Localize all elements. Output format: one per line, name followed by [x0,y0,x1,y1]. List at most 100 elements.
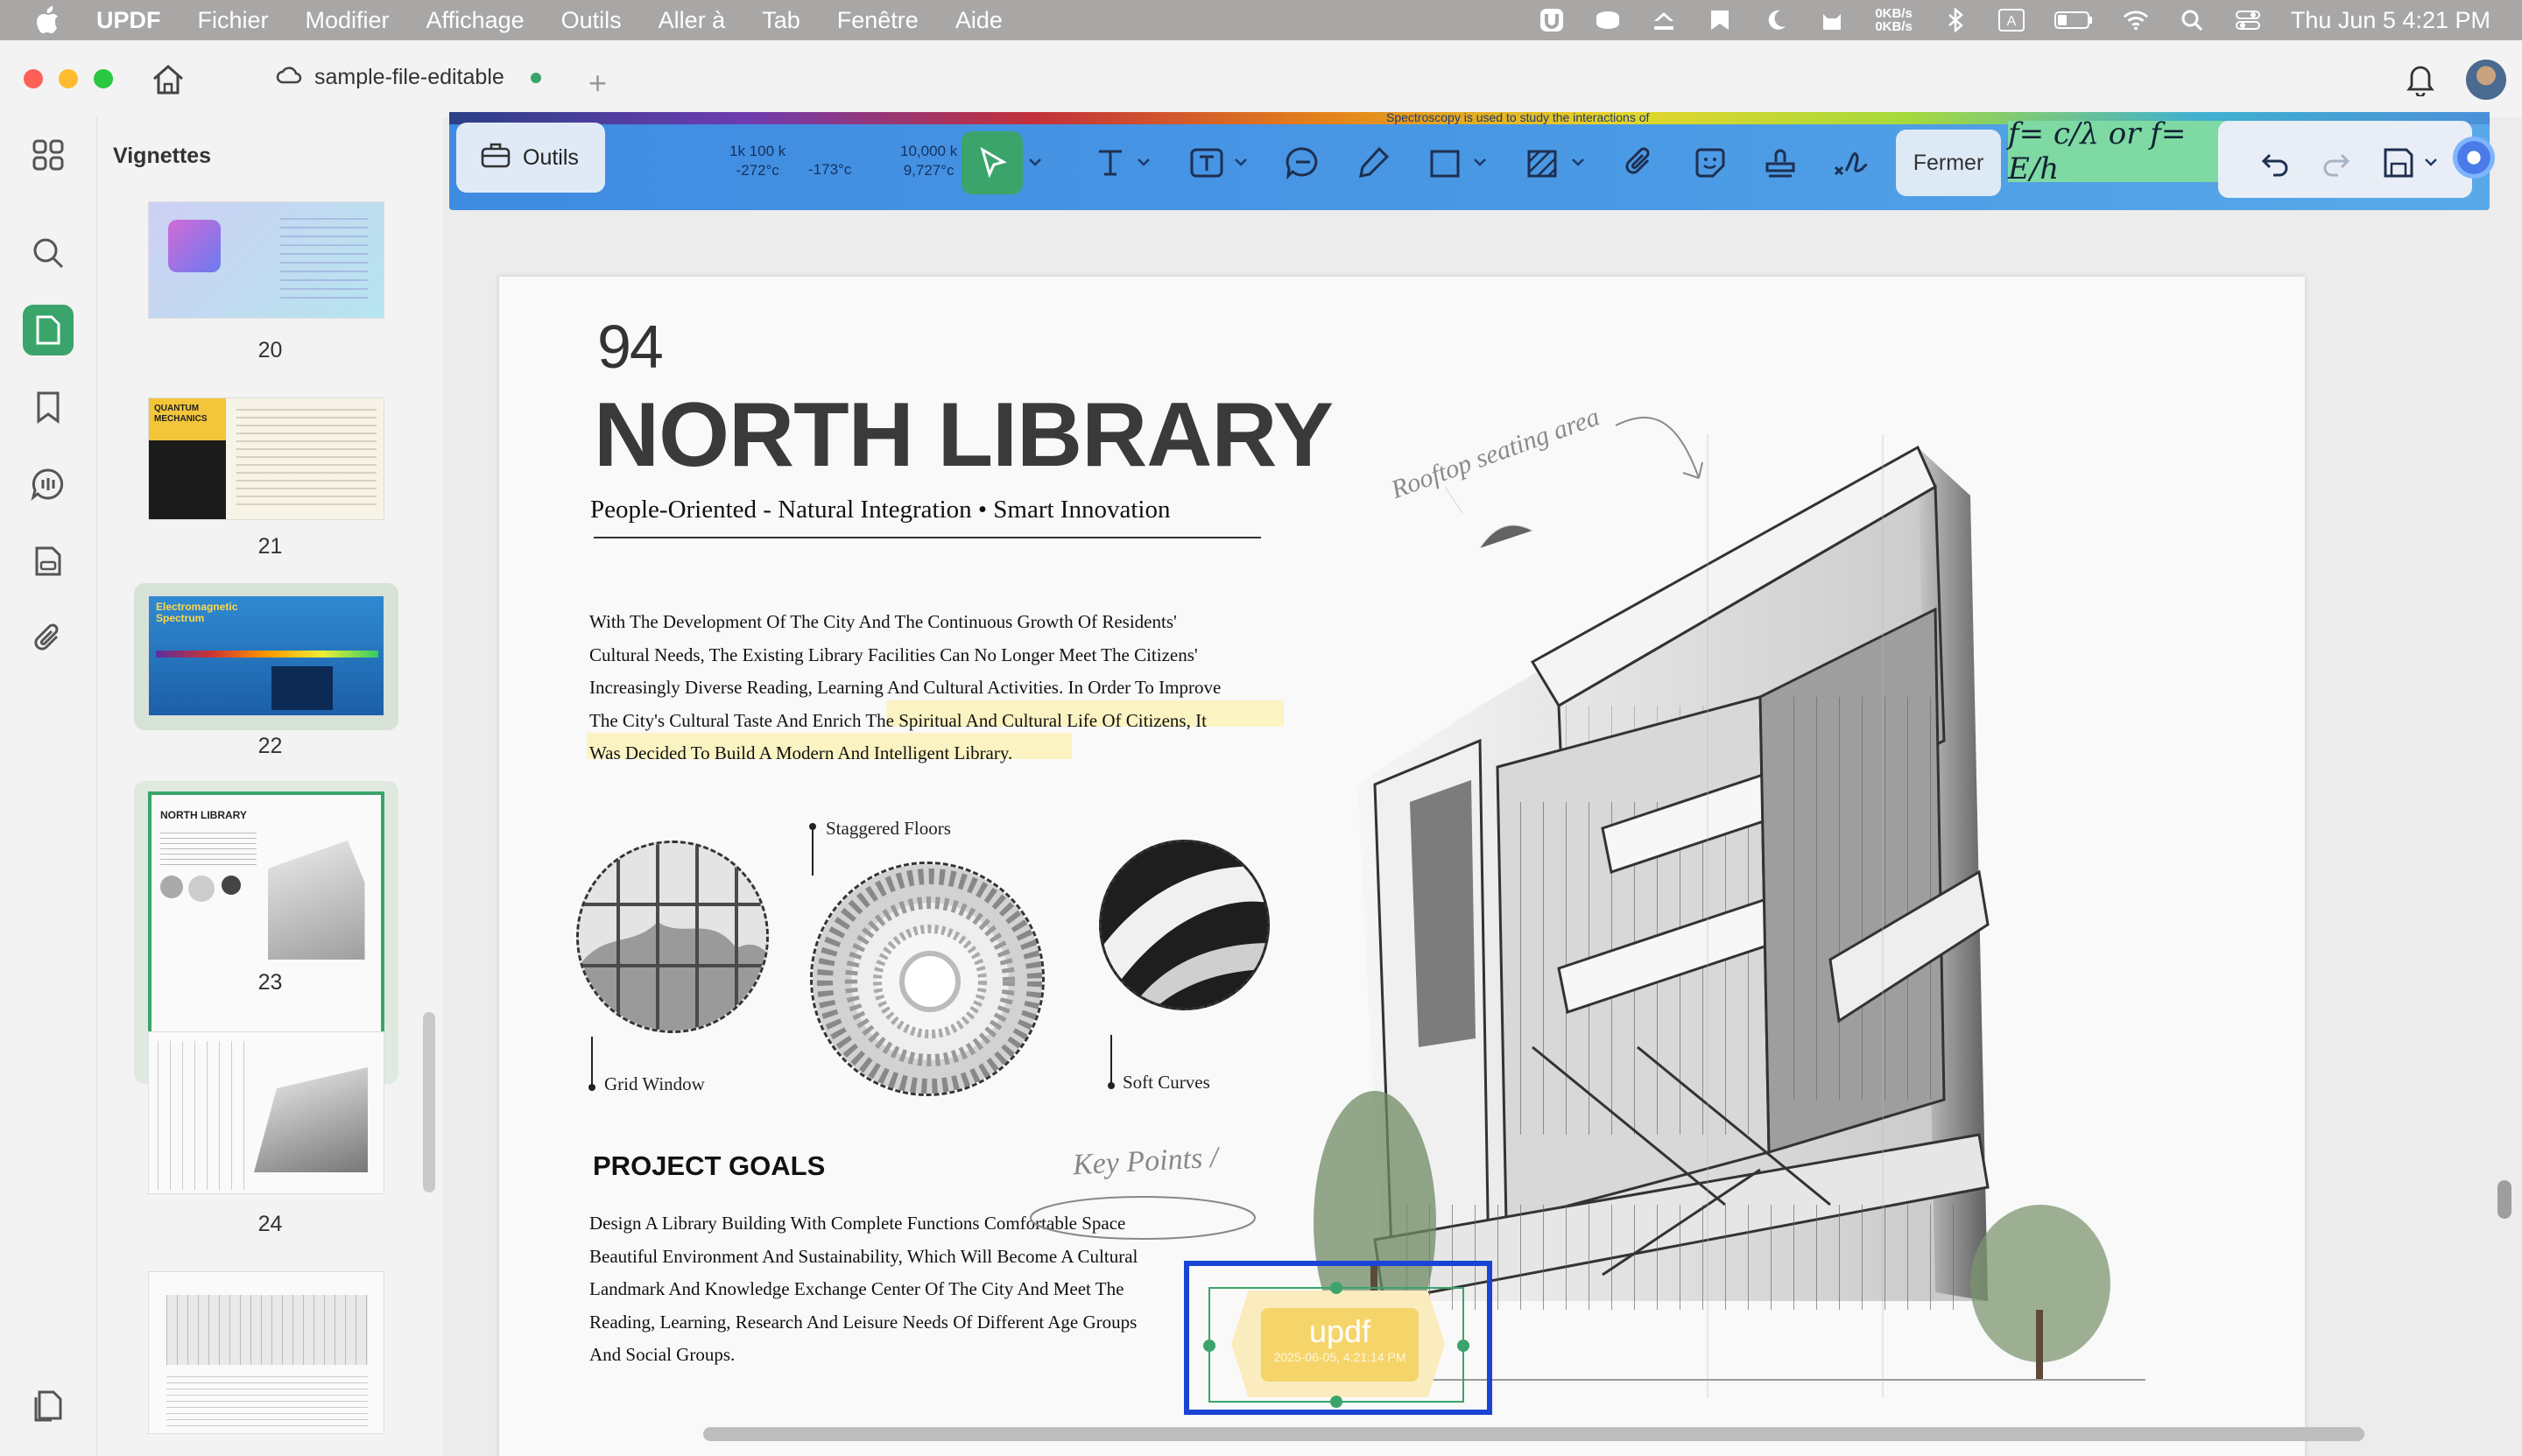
new-tab-button[interactable]: + [588,65,607,102]
thumbnail-page-25[interactable] [148,1271,384,1434]
text-tool-button[interactable] [1084,131,1137,194]
notification-bell-icon[interactable] [2405,61,2436,101]
menu-aide[interactable]: Aide [955,7,1003,34]
resize-handle-left[interactable] [1203,1340,1215,1352]
bluetooth-icon[interactable] [1942,8,1969,32]
select-tool-button[interactable] [962,131,1023,194]
chevron-down-icon[interactable] [1027,156,1043,168]
thumbnail-page-20[interactable] [148,201,384,319]
search-icon[interactable] [23,228,74,278]
wifi-icon[interactable] [2123,9,2149,32]
minimize-window-button[interactable] [59,69,78,88]
tools-label: Outils [523,144,579,170]
save-icon [2384,148,2413,178]
updf-stamp[interactable]: updf 2025-06-05, 4:21:14 PM [1261,1308,1419,1382]
spotlight-search-icon[interactable] [2179,9,2205,32]
updf-status-icon[interactable] [1539,9,1565,32]
label-dot [588,1084,595,1091]
thumbnail-page-22[interactable]: Electromagnetic Spectrum [148,595,384,716]
thumb-21-title: QUANTUM MECHANICS [149,398,226,440]
handwritten-key-points[interactable]: Key Points / [1072,1142,1219,1183]
textbox-tool-button[interactable] [1180,131,1233,194]
undo-icon [2261,153,2288,177]
control-center-icon[interactable] [2235,9,2261,32]
thumbnail-page-21[interactable]: QUANTUM MECHANICS [148,397,384,520]
menu-app-name[interactable]: UPDF [96,7,161,34]
cat-icon[interactable] [1819,9,1845,32]
organize-pages-icon[interactable] [23,130,74,180]
chevron-down-icon[interactable] [1136,156,1152,168]
label-grid-window[interactable]: Grid Window [604,1073,705,1095]
soft-curves-photo[interactable] [1099,840,1270,1010]
thumbnails-scrollbar[interactable] [423,1012,435,1192]
chevron-down-icon[interactable] [1570,156,1586,168]
label-staggered-floors[interactable]: Staggered Floors [826,818,951,840]
stamp-text: updf [1308,1313,1371,1349]
document-tab[interactable]: sample-file-editable [276,65,541,90]
form-fields-icon[interactable] [23,536,74,587]
document-title[interactable]: NORTH LIBRARY [594,383,1334,488]
stamp-tool-button[interactable] [1754,131,1807,194]
resize-handle-top[interactable] [1330,1282,1342,1294]
cloud-upload-icon[interactable] [1651,9,1677,32]
highlighter-tool-button[interactable] [1347,131,1399,194]
vertical-scrollbar[interactable] [2497,1180,2511,1219]
intro-paragraph[interactable]: With The Development Of The City And The… [589,606,1221,770]
home-icon[interactable] [151,63,186,101]
project-goals-heading[interactable]: PROJECT GOALS [593,1150,825,1182]
tools-button[interactable]: Outils [456,123,605,193]
chevron-down-icon[interactable] [1472,156,1488,168]
resize-handle-right[interactable] [1457,1340,1469,1352]
resize-handle-bottom[interactable] [1330,1396,1342,1408]
close-window-button[interactable] [24,69,43,88]
horizontal-scrollbar[interactable] [703,1427,2364,1441]
undo-button[interactable] [2253,131,2299,194]
moon-icon[interactable] [1763,9,1789,32]
bookmark-status-icon[interactable] [1707,9,1733,32]
menu-fichier[interactable]: Fichier [198,7,269,34]
attach-tool-button[interactable] [1614,131,1666,194]
signature-icon [1834,152,1868,176]
battery-icon[interactable] [2054,9,2093,32]
thumbnail-page-23[interactable]: NORTH LIBRARY [148,791,384,1061]
thumbnails-panel-icon[interactable] [23,305,74,355]
comment-tool-button[interactable] [1277,131,1329,194]
disk-icon[interactable] [1595,9,1621,32]
menu-tab[interactable]: Tab [762,7,800,34]
comments-icon[interactable] [23,459,74,510]
document-subtitle[interactable]: People-Oriented - Natural Integration • … [590,496,1170,524]
save-button[interactable] [2376,131,2421,194]
close-toolbar-button[interactable]: Fermer [1896,130,2001,196]
keyboard-input-icon[interactable]: A [1997,9,2025,32]
chevron-down-icon[interactable] [1233,156,1249,168]
clock[interactable]: Thu Jun 5 4:21 PM [2291,7,2490,34]
grid-window-photo[interactable] [576,841,769,1033]
label-soft-curves[interactable]: Soft Curves [1123,1072,1210,1094]
menu-outils[interactable]: Outils [561,7,622,34]
shape-tool-button[interactable] [1419,131,1471,194]
menu-modifier[interactable]: Modifier [306,7,390,34]
zoom-window-button[interactable] [94,69,113,88]
thumbnail-page-24[interactable] [148,1031,384,1194]
apple-icon[interactable] [0,6,96,34]
staggered-floors-photo[interactable] [810,862,1045,1096]
layers-icon[interactable] [23,1380,74,1431]
formula-graphic: f= c/λ or f= E/h [2008,116,2227,186]
signature-tool-button[interactable] [1824,131,1877,194]
redo-button[interactable] [2313,131,2358,194]
goals-line: And Social Groups. [589,1344,736,1365]
user-avatar[interactable] [2466,60,2506,100]
bookmark-icon[interactable] [23,382,74,433]
sticker-tool-button[interactable] [1684,131,1737,194]
area-highlight-tool-button[interactable] [1516,131,1568,194]
menu-affichage[interactable]: Affichage [426,7,525,34]
chevron-down-icon[interactable] [2423,156,2439,168]
page-number-label[interactable]: 94 [597,312,664,382]
paperclip-icon [1625,147,1650,174]
attachment-icon[interactable] [23,613,74,664]
ai-assistant-icon[interactable] [2453,137,2495,179]
menu-aller-a[interactable]: Aller à [659,7,726,34]
label-leader [812,826,814,876]
menu-fenetre[interactable]: Fenêtre [837,7,919,34]
redo-icon [2323,153,2350,177]
